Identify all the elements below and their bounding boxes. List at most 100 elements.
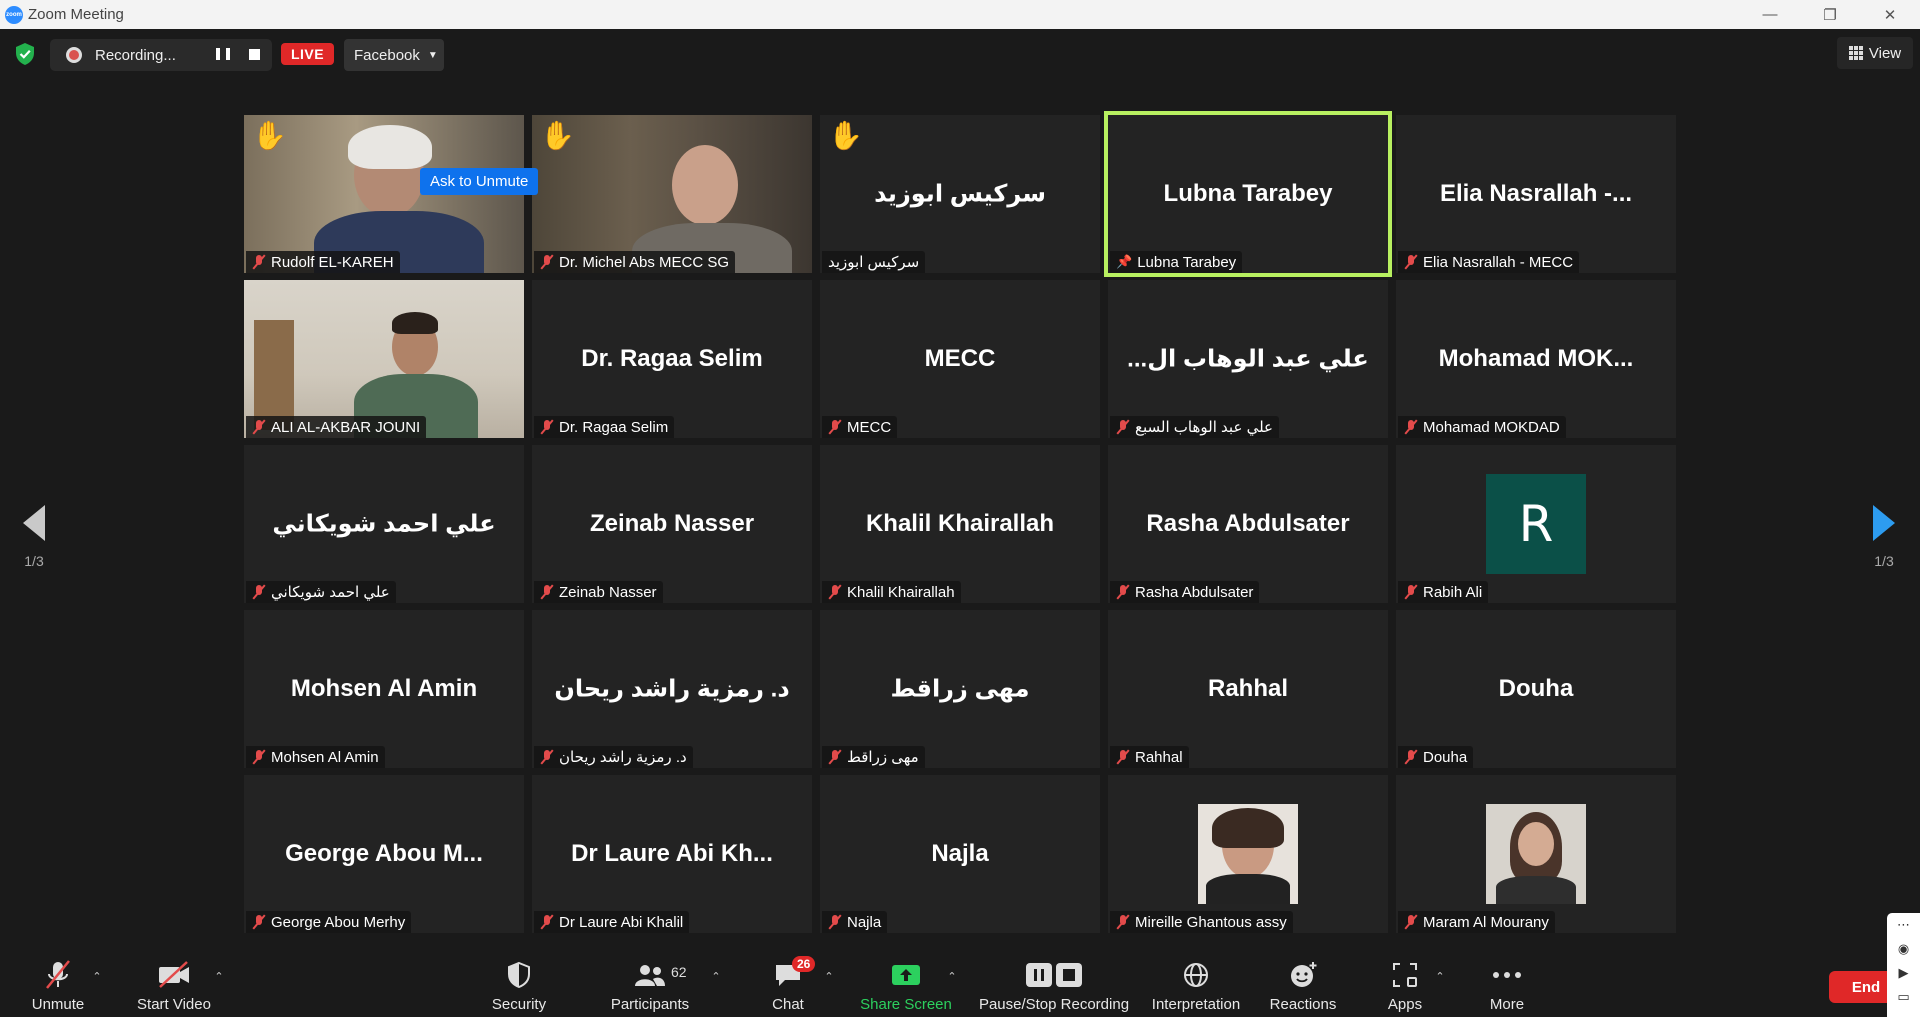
- participants-count: 62: [671, 964, 687, 980]
- mic-muted-icon: [540, 419, 554, 435]
- participant-display-name: MECC: [924, 345, 996, 372]
- mic-muted-icon: [1116, 914, 1130, 930]
- participant-tile[interactable]: Rasha Abdulsater Rasha Abdulsater: [1108, 445, 1388, 603]
- participant-display-name: Mohsen Al Amin: [290, 675, 478, 702]
- participant-tile[interactable]: Mohsen Al Amin Mohsen Al Amin: [244, 610, 524, 768]
- participant-tile[interactable]: ✋ سركيس ابوزيد سركيس ابوزيد: [820, 115, 1100, 273]
- reactions-button[interactable]: Reactions: [1264, 948, 1342, 1017]
- ask-to-unmute-button[interactable]: Ask to Unmute: [420, 168, 539, 195]
- pause-recording-icon[interactable]: [216, 48, 230, 62]
- participant-name: Najla: [847, 913, 882, 931]
- apps-button[interactable]: Apps: [1384, 948, 1426, 1017]
- share-screen-label: Share Screen: [860, 996, 952, 1013]
- interpretation-button[interactable]: Interpretation: [1146, 948, 1246, 1017]
- participant-tile[interactable]: MECC MECC: [820, 280, 1100, 438]
- participant-tile[interactable]: ...علي عبد الوهاب ال علي عبد الوهاب السبع: [1108, 280, 1388, 438]
- participant-name-label: Rabih Ali: [1398, 581, 1489, 603]
- participant-tile[interactable]: Douha Douha: [1396, 610, 1676, 768]
- participant-name-label: Dr. Michel Abs MECC SG: [534, 251, 736, 273]
- apps-label: Apps: [1387, 996, 1423, 1013]
- unmute-button[interactable]: Unmute: [22, 948, 94, 1017]
- participant-tile[interactable]: Rahhal Rahhal: [1108, 610, 1388, 768]
- participant-name-label: علي احمد شويكاني: [246, 581, 396, 603]
- participant-name-label: سركيس ابوزيد: [822, 251, 926, 273]
- globe-icon: [1182, 957, 1210, 993]
- participant-name-label: Najla: [822, 911, 888, 933]
- participant-name: Rabih Ali: [1423, 583, 1483, 601]
- participant-name-label: MECC: [822, 416, 898, 438]
- stop-recording-icon[interactable]: [249, 49, 260, 60]
- participants-button[interactable]: Participants: [602, 948, 698, 1017]
- security-button[interactable]: Security: [484, 948, 554, 1017]
- mic-muted-icon: [252, 419, 266, 435]
- pause-stop-icon: [1024, 957, 1084, 993]
- prev-page-button[interactable]: 1/3: [14, 505, 54, 569]
- view-button[interactable]: View: [1837, 37, 1913, 69]
- restore-button[interactable]: ❐: [1800, 0, 1860, 29]
- participant-tile[interactable]: ALI AL-AKBAR JOUNI: [244, 280, 524, 438]
- participant-name: Khalil Khairallah: [847, 583, 955, 601]
- document-icon[interactable]: ▭: [1887, 985, 1920, 1009]
- participant-tile[interactable]: Dr Laure Abi Kh... Dr Laure Abi Khalil: [532, 775, 812, 933]
- person-hair: [392, 312, 438, 334]
- minimize-button[interactable]: —: [1740, 0, 1800, 29]
- participant-tile[interactable]: Lubna Tarabey 📌 Lubna Tarabey: [1104, 111, 1392, 277]
- participants-options-chevron-icon[interactable]: ⌃: [709, 970, 723, 984]
- view-label: View: [1868, 44, 1902, 62]
- interpretation-label: Interpretation: [1151, 996, 1241, 1013]
- participant-tile[interactable]: Maram Al Mourany: [1396, 775, 1676, 933]
- close-button[interactable]: ✕: [1860, 0, 1920, 29]
- participant-tile[interactable]: George Abou M... George Abou Merhy: [244, 775, 524, 933]
- participant-name-label: Mireille Ghantous assy: [1110, 911, 1293, 933]
- participant-tile[interactable]: Mohamad MOK... Mohamad MOKDAD: [1396, 280, 1676, 438]
- participant-tile[interactable]: ✋ Dr. Michel Abs MECC SG: [532, 115, 812, 273]
- close-icon: ✕: [1883, 6, 1897, 24]
- participant-tile[interactable]: مهى زراقط مهى زراقط: [820, 610, 1100, 768]
- participant-tile[interactable]: Elia Nasrallah -... Elia Nasrallah - MECC: [1396, 115, 1676, 273]
- more-button[interactable]: More: [1484, 948, 1530, 1017]
- mic-muted-icon: [1404, 254, 1418, 270]
- participant-name-label: Mohamad MOKDAD: [1398, 416, 1566, 438]
- participant-name: Lubna Tarabey: [1137, 253, 1237, 271]
- participant-name-label: مهى زراقط: [822, 746, 925, 768]
- start-video-button[interactable]: Start Video: [130, 948, 218, 1017]
- camera-icon[interactable]: ◉: [1887, 937, 1920, 961]
- video-off-icon: [157, 957, 191, 993]
- share-options-chevron-icon[interactable]: ⌃: [945, 970, 959, 984]
- chat-options-chevron-icon[interactable]: ⌃: [822, 970, 836, 984]
- video-camera-icon[interactable]: ▶: [1887, 961, 1920, 985]
- participant-name-label: Rasha Abdulsater: [1110, 581, 1260, 603]
- window-title-bar: zoom Zoom Meeting — ❐ ✕: [0, 0, 1920, 29]
- participant-tile[interactable]: Mireille Ghantous assy: [1108, 775, 1388, 933]
- apps-options-chevron-icon[interactable]: ⌃: [1433, 970, 1447, 984]
- participant-name-label: Douha: [1398, 746, 1474, 768]
- raised-hand-icon: ✋: [540, 120, 575, 151]
- participant-tile[interactable]: علي احمد شويكاني علي احمد شويكاني: [244, 445, 524, 603]
- participant-tile[interactable]: Najla Najla: [820, 775, 1100, 933]
- participant-display-name: مهى زراقط: [890, 675, 1030, 703]
- audio-options-chevron-icon[interactable]: ⌃: [90, 970, 104, 984]
- mic-muted-icon: [43, 957, 73, 993]
- encryption-shield-icon[interactable]: [14, 42, 36, 66]
- participant-name: Rudolf EL-KAREH: [271, 253, 394, 271]
- participant-display-name: Lubna Tarabey: [1163, 180, 1333, 207]
- stream-target-dropdown[interactable]: Facebook ▼: [344, 39, 444, 71]
- share-screen-button[interactable]: Share Screen: [856, 948, 956, 1017]
- participant-tile[interactable]: د. رمزية راشد ريحان د. رمزية راشد ريحان: [532, 610, 812, 768]
- participant-display-name: Dr. Ragaa Selim: [581, 345, 763, 372]
- window-controls: — ❐ ✕: [1740, 0, 1920, 29]
- participant-display-name: Mohamad MOK...: [1438, 345, 1634, 372]
- participant-tile[interactable]: R Rabih Ali: [1396, 445, 1676, 603]
- participant-tile[interactable]: Dr. Ragaa Selim Dr. Ragaa Selim: [532, 280, 812, 438]
- next-page-button[interactable]: 1/3: [1864, 505, 1904, 569]
- video-options-chevron-icon[interactable]: ⌃: [212, 970, 226, 984]
- pause-stop-recording-button[interactable]: Pause/Stop Recording: [974, 948, 1134, 1017]
- pin-icon: 📌: [1116, 254, 1133, 269]
- live-badge[interactable]: LIVE: [281, 43, 334, 65]
- mini-more-icon[interactable]: ⋯: [1887, 913, 1920, 937]
- participant-tile[interactable]: Zeinab Nasser Zeinab Nasser: [532, 445, 812, 603]
- participant-name: ALI AL-AKBAR JOUNI: [271, 418, 421, 436]
- participant-tile[interactable]: Khalil Khairallah Khalil Khairallah: [820, 445, 1100, 603]
- page-indicator-right: 1/3: [1874, 553, 1894, 569]
- smiley-add-icon: [1288, 957, 1318, 993]
